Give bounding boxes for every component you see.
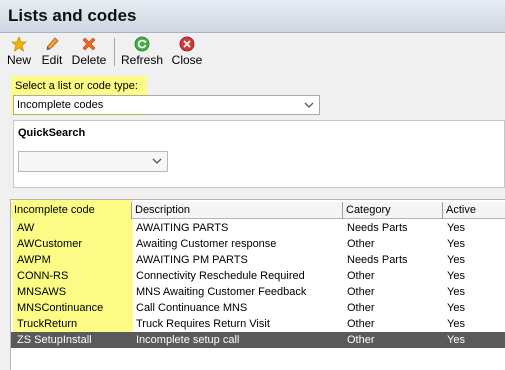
window-title: Lists and codes bbox=[8, 6, 137, 25]
cell-active: Yes bbox=[447, 270, 465, 282]
cell-category: Needs Parts bbox=[347, 222, 408, 234]
cell-active: Yes bbox=[447, 238, 465, 250]
cell-active: Yes bbox=[447, 302, 465, 314]
cell-code: TruckReturn bbox=[17, 318, 78, 330]
quick-search-label: QuickSearch bbox=[18, 127, 86, 139]
pencil-icon bbox=[46, 37, 59, 50]
cell-category: Other bbox=[347, 334, 375, 346]
table-row[interactable]: CONN-RS Connectivity Reschedule Required O… bbox=[11, 268, 505, 284]
star-icon bbox=[11, 36, 27, 52]
column-header-description[interactable]: Description bbox=[132, 202, 343, 219]
column-header-category[interactable]: Category bbox=[343, 202, 443, 219]
close-circle-icon bbox=[179, 36, 195, 52]
cell-code: MNSAWS bbox=[17, 286, 67, 298]
quick-search-panel: QuickSearch bbox=[13, 120, 505, 188]
cell-active: Yes bbox=[447, 334, 465, 346]
refresh-button-label: Refresh bbox=[120, 53, 164, 67]
refresh-button[interactable]: Refresh bbox=[120, 36, 164, 70]
column-header-code[interactable]: Incomplete code bbox=[11, 202, 132, 219]
cell-description: Connectivity Reschedule Required bbox=[136, 270, 305, 282]
toolbar-separator bbox=[114, 38, 115, 66]
cell-category: Other bbox=[347, 238, 375, 250]
column-header-active[interactable]: Active bbox=[443, 202, 505, 219]
delete-button[interactable]: Delete bbox=[70, 36, 108, 70]
cell-category: Other bbox=[347, 318, 375, 330]
table-row[interactable]: TruckReturn Truck Requires Return Visit Ot… bbox=[11, 316, 505, 332]
cell-description: AWAITING PARTS bbox=[136, 222, 229, 234]
cell-category: Other bbox=[347, 270, 375, 282]
x-icon bbox=[82, 37, 96, 51]
chevron-down-icon bbox=[304, 102, 314, 108]
list-type-label: Select a list or code type: bbox=[15, 80, 138, 92]
table-row[interactable]: AW AWAITING PARTS Needs Parts Yes bbox=[11, 220, 505, 236]
cell-active: Yes bbox=[447, 286, 465, 298]
title-bar: Lists and codes bbox=[0, 0, 505, 33]
cell-category: Other bbox=[347, 302, 375, 314]
table-row[interactable]: AWCustomer Awaiting Customer response Othe… bbox=[11, 236, 505, 252]
quick-search-select[interactable] bbox=[18, 151, 168, 172]
list-type-select[interactable]: Incomplete codes bbox=[13, 95, 320, 115]
cell-description: AWAITING PM PARTS bbox=[136, 254, 248, 266]
codes-grid: Incomplete code Description Category Act… bbox=[10, 199, 505, 370]
cell-active: Yes bbox=[447, 318, 465, 330]
new-button[interactable]: New bbox=[5, 36, 33, 70]
cell-code: CONN-RS bbox=[17, 270, 69, 282]
close-button-label: Close bbox=[171, 53, 203, 67]
refresh-icon bbox=[134, 36, 150, 52]
table-row[interactable]: MNSAWS MNS Awaiting Customer Feedback Othe… bbox=[11, 284, 505, 300]
cell-category: Other bbox=[347, 286, 375, 298]
table-row[interactable]: AWPM AWAITING PM PARTS Needs Parts Yes bbox=[11, 252, 505, 268]
cell-description: Truck Requires Return Visit bbox=[136, 318, 270, 330]
table-row[interactable]: MNSContinuance Call Continuance MNS Other Y… bbox=[11, 300, 505, 316]
cell-code: AWPM bbox=[17, 254, 51, 266]
table-row[interactable]: ZS SetupInstall Incomplete setup call Othe… bbox=[11, 332, 505, 348]
toolbar: New Edit Delete Refresh Close bbox=[0, 34, 505, 70]
cell-description: Call Continuance MNS bbox=[136, 302, 248, 314]
cell-code: AWCustomer bbox=[17, 238, 82, 250]
cell-code: AW bbox=[17, 222, 35, 234]
cell-code: ZS SetupInstall bbox=[17, 334, 92, 346]
cell-active: Yes bbox=[447, 254, 465, 266]
close-button[interactable]: Close bbox=[170, 36, 204, 70]
cell-category: Needs Parts bbox=[347, 254, 408, 266]
grid-header: Incomplete code Description Category Act… bbox=[11, 202, 505, 219]
chevron-down-icon bbox=[152, 158, 162, 164]
new-button-label: New bbox=[6, 53, 31, 67]
cell-active: Yes bbox=[447, 222, 465, 234]
cell-description: Awaiting Customer response bbox=[136, 238, 277, 250]
cell-description: MNS Awaiting Customer Feedback bbox=[136, 286, 307, 298]
cell-description: Incomplete setup call bbox=[136, 334, 240, 346]
cell-code: MNSContinuance bbox=[17, 302, 104, 314]
delete-button-label: Delete bbox=[71, 53, 107, 67]
edit-button-label: Edit bbox=[41, 53, 63, 67]
edit-button[interactable]: Edit bbox=[38, 36, 66, 70]
list-type-value: Incomplete codes bbox=[17, 99, 104, 111]
